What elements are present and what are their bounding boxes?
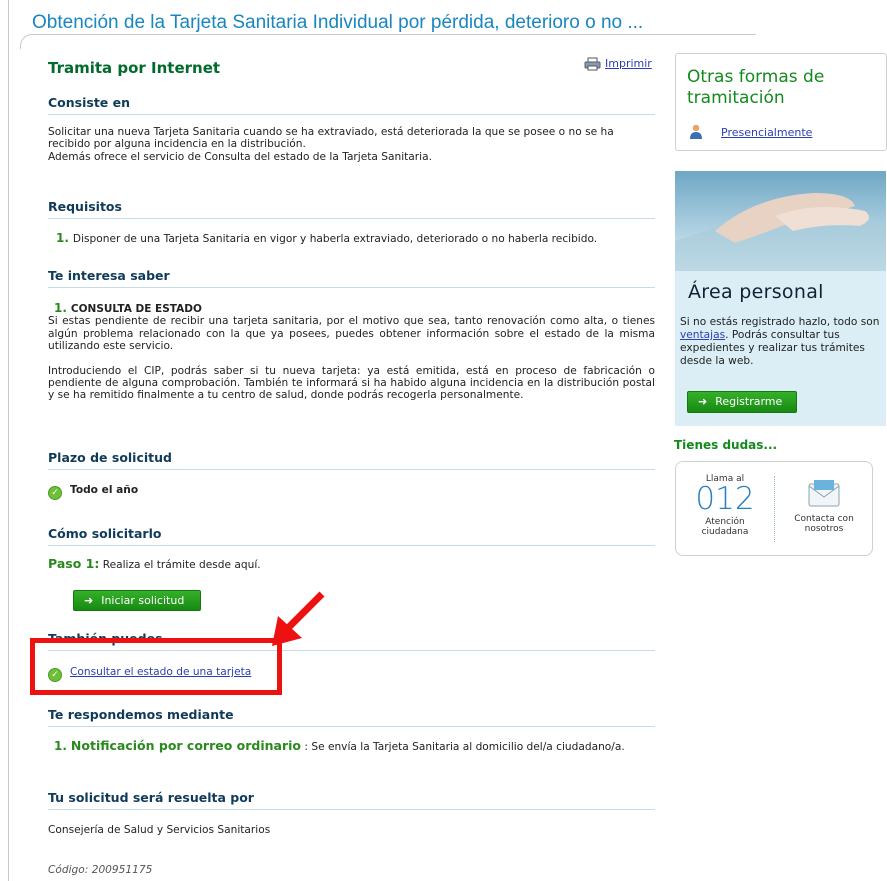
respondemos-item: 1. Notificación por correo ordinario : Se… (48, 738, 655, 753)
consiste-line-1: Solicitar una nueva Tarjeta Sanitaria cu… (48, 126, 614, 151)
codigo-label: Código: (48, 864, 89, 876)
step-label: Paso 1: (48, 556, 100, 571)
page-title: Obtención de la Tarjeta Sanitaria Indivi… (32, 12, 648, 34)
area-text: Si no estás registrado hazlo, todo son v… (680, 316, 880, 368)
title-rule (20, 34, 756, 49)
section-requisitos: Requisitos (48, 199, 655, 219)
call-012[interactable]: Llama al 012 Atención ciudadana (676, 474, 774, 537)
interesa-number: 1. (54, 301, 67, 315)
iniciar-solicitud-button[interactable]: ➜ Iniciar solicitud (73, 589, 202, 611)
respondemos-text: : Se envía la Tarjeta Sanitaria al domic… (304, 741, 625, 753)
print-link[interactable]: Imprimir (584, 57, 652, 74)
check-icon: ✓ (48, 486, 62, 500)
area-title: Área personal (688, 281, 824, 303)
printer-icon (584, 57, 601, 74)
section-resuelta: Tu solicitud será resuelta por (48, 790, 655, 810)
registrarme-label[interactable]: Registrarme (715, 395, 782, 408)
section-consiste: Consiste en (48, 95, 655, 115)
area-personal-box: Área personal Si no estás registrado haz… (675, 171, 886, 426)
person-icon (689, 124, 703, 139)
interesa-p2: Introduciendo el CIP, podrás saber si tu… (48, 364, 655, 402)
resuelta-text: Consejería de Salud y Servicios Sanitari… (48, 824, 271, 836)
arrow-right-icon: ➜ (84, 594, 94, 607)
interesa-text: 1. CONSULTA DE ESTADO Si estas pendiente … (48, 302, 655, 402)
interesa-p1: Si estas pendiente de recibir una tarjet… (48, 315, 655, 353)
section-como: Cómo solicitarlo (48, 526, 655, 546)
section-plazo: Plazo de solicitud (48, 450, 655, 470)
arrow-right-icon: ➜ (698, 395, 708, 408)
contact-caption: Contacta con nosotros (794, 514, 854, 534)
area-text-before: Si no estás registrado hazlo, todo son (680, 316, 880, 328)
respondemos-number: 1. (54, 739, 67, 753)
codigo: Código: 200951175 (48, 864, 655, 876)
step-row: Paso 1: Realiza el trámite desde aquí. (48, 556, 655, 571)
call-caption: Atención ciudadana (701, 517, 749, 537)
highlight-arrow (272, 591, 325, 646)
ventajas-link[interactable]: ventajas (680, 329, 725, 341)
section-respondemos: Te respondemos mediante (48, 707, 655, 727)
step-text: Realiza el trámite desde aquí. (102, 559, 261, 571)
requisito-number: 1. (56, 231, 69, 245)
call-number: 012 (695, 481, 755, 517)
section-interesa: Te interesa saber (48, 268, 655, 288)
print-label[interactable]: Imprimir (605, 57, 652, 70)
presencialmente-link[interactable]: Presencialmente (721, 126, 812, 139)
presencial-row: Presencialmente (689, 124, 812, 139)
main-heading: Tramita por Internet (48, 59, 221, 77)
plazo-value: Todo el año (70, 484, 139, 496)
otras-formas-box: Otras formas de tramitación Presencialme… (675, 53, 887, 151)
iniciar-label[interactable]: Iniciar solicitud (101, 594, 184, 607)
plazo-item: ✓ Todo el año (48, 484, 655, 500)
respondemos-title: Notificación por correo ordinario (70, 738, 302, 753)
consiste-line-2: Además ofrece el servicio de Consulta de… (48, 150, 432, 163)
requisito-item: 1. Disponer de una Tarjeta Sanitaria en v… (56, 232, 663, 245)
registrarme-button[interactable]: ➜ Registrarme (687, 390, 798, 413)
left-border (8, 0, 9, 881)
envelope-icon (808, 480, 840, 507)
dudas-title: Tienes dudas... (674, 438, 778, 452)
consiste-text: Solicitar una nueva Tarjeta Sanitaria cu… (48, 126, 655, 163)
interesa-item-title: CONSULTA DE ESTADO (70, 303, 202, 315)
otras-title: Otras formas de tramitación (687, 67, 825, 108)
dudas-box: Llama al 012 Atención ciudadana Contacta… (675, 461, 873, 556)
codigo-value: 200951175 (91, 864, 153, 876)
highlight-box (30, 638, 282, 695)
keyboard-hands-image (675, 171, 886, 271)
requisito-text: Disponer de una Tarjeta Sanitaria en vig… (72, 233, 598, 245)
contact-us[interactable]: Contacta con nosotros (776, 478, 872, 534)
